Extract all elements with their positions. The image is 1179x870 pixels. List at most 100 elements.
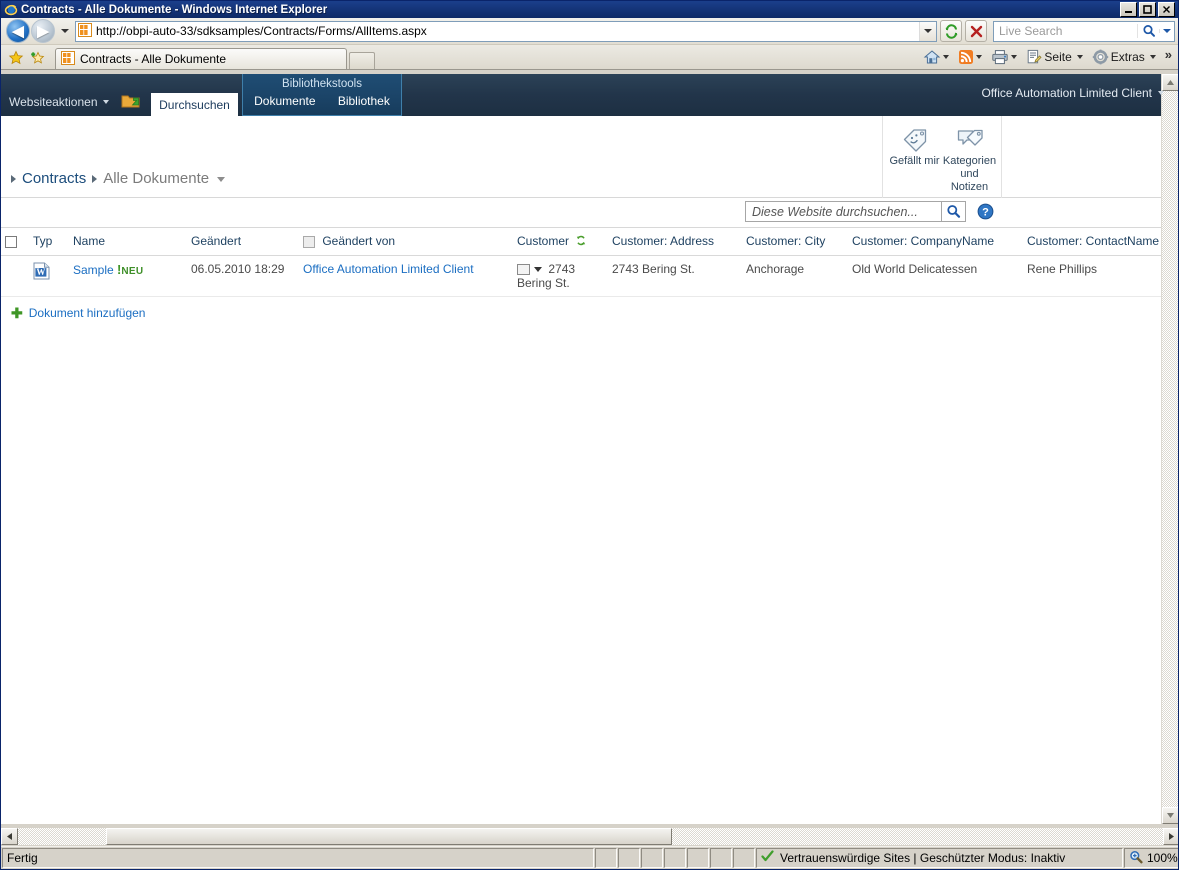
live-search-input[interactable]: Live Search [993,20,1175,42]
help-button[interactable]: ? [977,203,994,220]
vertical-scrollbar[interactable] [1161,74,1178,824]
column-header-city[interactable]: Customer: City [742,228,848,256]
breadcrumb-site-link[interactable]: Contracts [22,170,86,187]
add-to-favorites-icon[interactable] [27,47,49,69]
external-data-dropdown-icon[interactable] [534,267,542,273]
like-button-label: Gefällt mir [889,155,940,167]
site-search-placeholder: Diese Website durchsuchen... [752,204,918,219]
navigate-up-button[interactable] [121,92,141,112]
row-select-cell[interactable] [1,255,29,297]
zoom-level-text: 100% [1147,851,1178,865]
column-header-modified[interactable]: Geändert [187,228,299,256]
window-controls [1120,2,1176,17]
refresh-button[interactable] [940,20,962,42]
browser-tab-contracts[interactable]: Contracts - Alle Dokumente [55,48,347,69]
column-header-modified-by[interactable]: Geändert von [299,228,513,256]
site-actions-menu[interactable]: Websiteaktionen [9,95,109,109]
column-header-address[interactable]: Customer: Address [608,228,742,256]
row-customer-cell: 2743 Bering St. [513,255,608,297]
column-header-companyname[interactable]: Customer: CompanyName [848,228,1023,256]
column-header-name[interactable]: Name [69,228,187,256]
column-header-type[interactable]: Typ [29,228,69,256]
scroll-left-button[interactable] [1,828,18,845]
page-menu-button[interactable]: Seite [1024,46,1089,68]
horizontal-scroll-thumb[interactable] [106,828,672,845]
row-name-cell: Sample !NEU [69,255,187,297]
command-bar: Seite Extras » [921,44,1178,69]
browse-tab-label: Durchsuchen [159,97,230,112]
table-row[interactable]: W Sample !NEU 06.05.2010 18:29 Office Au… [1,255,1161,297]
modified-by-link[interactable]: Office Automation Limited Client [303,262,474,276]
status-text-cell: Fertig [2,848,594,868]
note-tag-icon [955,121,985,155]
status-blank-3 [641,848,663,868]
new-tab-button[interactable] [349,52,375,69]
tools-menu-button[interactable]: Extras [1090,46,1163,68]
address-dropdown-icon[interactable] [919,21,936,41]
new-badge: NEU [121,266,144,277]
trusted-sites-check-icon [761,850,774,866]
site-search-go-button[interactable] [941,201,966,222]
external-data-icon[interactable] [517,264,530,276]
add-document-link[interactable]: ✚ Dokument hinzufügen [1,297,1178,320]
print-button[interactable] [989,46,1024,68]
row-city-cell: Anchorage [742,255,848,297]
horizontal-scrollbar[interactable] [1,828,1178,845]
live-search-go-icon[interactable] [1137,24,1159,38]
tags-and-notes-button[interactable]: Kategorien und Notizen [942,119,997,194]
internet-explorer-icon [4,3,18,17]
feeds-dropdown-icon[interactable] [976,54,983,59]
address-input[interactable]: http://obpi-auto-33/sdksamples/Contracts… [75,20,937,42]
column-header-contactname[interactable]: Customer: ContactName [1023,228,1161,256]
feeds-button[interactable] [956,46,989,68]
forward-button[interactable]: ▶ [31,19,55,43]
select-all-checkbox[interactable] [5,235,17,248]
tab-dokumente[interactable]: Dokumente [254,94,315,108]
view-selector-dropdown-icon[interactable] [217,177,226,182]
zoom-cell[interactable]: 100% [1124,848,1178,868]
select-all-header[interactable] [1,228,29,256]
document-name-link[interactable]: Sample [73,263,114,277]
scroll-up-button[interactable] [1162,74,1178,91]
maximize-button[interactable] [1139,2,1156,17]
minimize-button[interactable] [1120,2,1137,17]
page-dropdown-icon[interactable] [1076,54,1083,59]
command-overflow-button[interactable]: » [1163,47,1174,66]
site-search-input[interactable]: Diese Website durchsuchen... [745,201,941,222]
home-button[interactable] [921,46,956,68]
close-button[interactable] [1158,2,1175,17]
back-button[interactable]: ◀ [6,19,30,43]
document-library-listview: Typ Name Geändert Geändert von Customer [1,228,1178,320]
search-provider-dropdown-icon[interactable] [1159,29,1174,33]
print-icon [992,49,1009,64]
tab-favicon [61,50,75,68]
column-header-customer[interactable]: Customer [513,228,608,256]
user-menu[interactable]: Office Automation Limited Client [981,86,1164,100]
like-button[interactable]: Gefällt mir [887,119,942,168]
tools-dropdown-icon[interactable] [1149,54,1156,59]
title-bar: Contracts - Alle Dokumente - Windows Int… [1,1,1178,18]
scroll-down-button[interactable] [1162,807,1178,824]
modified-by-checkbox-icon [303,235,315,248]
column-header-modified-by-label: Geändert von [322,234,396,248]
scroll-right-button[interactable] [1163,828,1178,845]
favorites-icon[interactable] [5,47,27,69]
home-dropdown-icon[interactable] [943,54,950,59]
svg-text:?: ? [982,206,989,218]
tab-bibliothek[interactable]: Bibliothek [338,94,390,108]
stop-button[interactable] [965,20,987,42]
column-header-customer-label: Customer [517,234,570,248]
refresh-sort-icon [576,234,586,248]
browser-window: Contracts - Alle Dokumente - Windows Int… [0,0,1179,870]
site-search: Diese Website durchsuchen... ? [745,201,994,222]
tab-bar: Contracts - Alle Dokumente Seite Extras … [1,45,1178,70]
print-dropdown-icon[interactable] [1011,54,1018,59]
sharepoint-ribbon-bar: Websiteaktionen Durchsuchen Bibliothekst… [1,74,1178,116]
user-menu-dropdown-icon [1158,91,1164,95]
row-company-cell: Old World Delicatessen [848,255,1023,297]
security-zone-cell[interactable]: Vertrauenswürdige Sites | Geschützter Mo… [756,848,1123,868]
history-dropdown-icon[interactable] [61,29,69,33]
tab-durchsuchen[interactable]: Durchsuchen [151,93,238,116]
zoom-icon [1129,850,1143,867]
status-text: Fertig [7,851,38,865]
